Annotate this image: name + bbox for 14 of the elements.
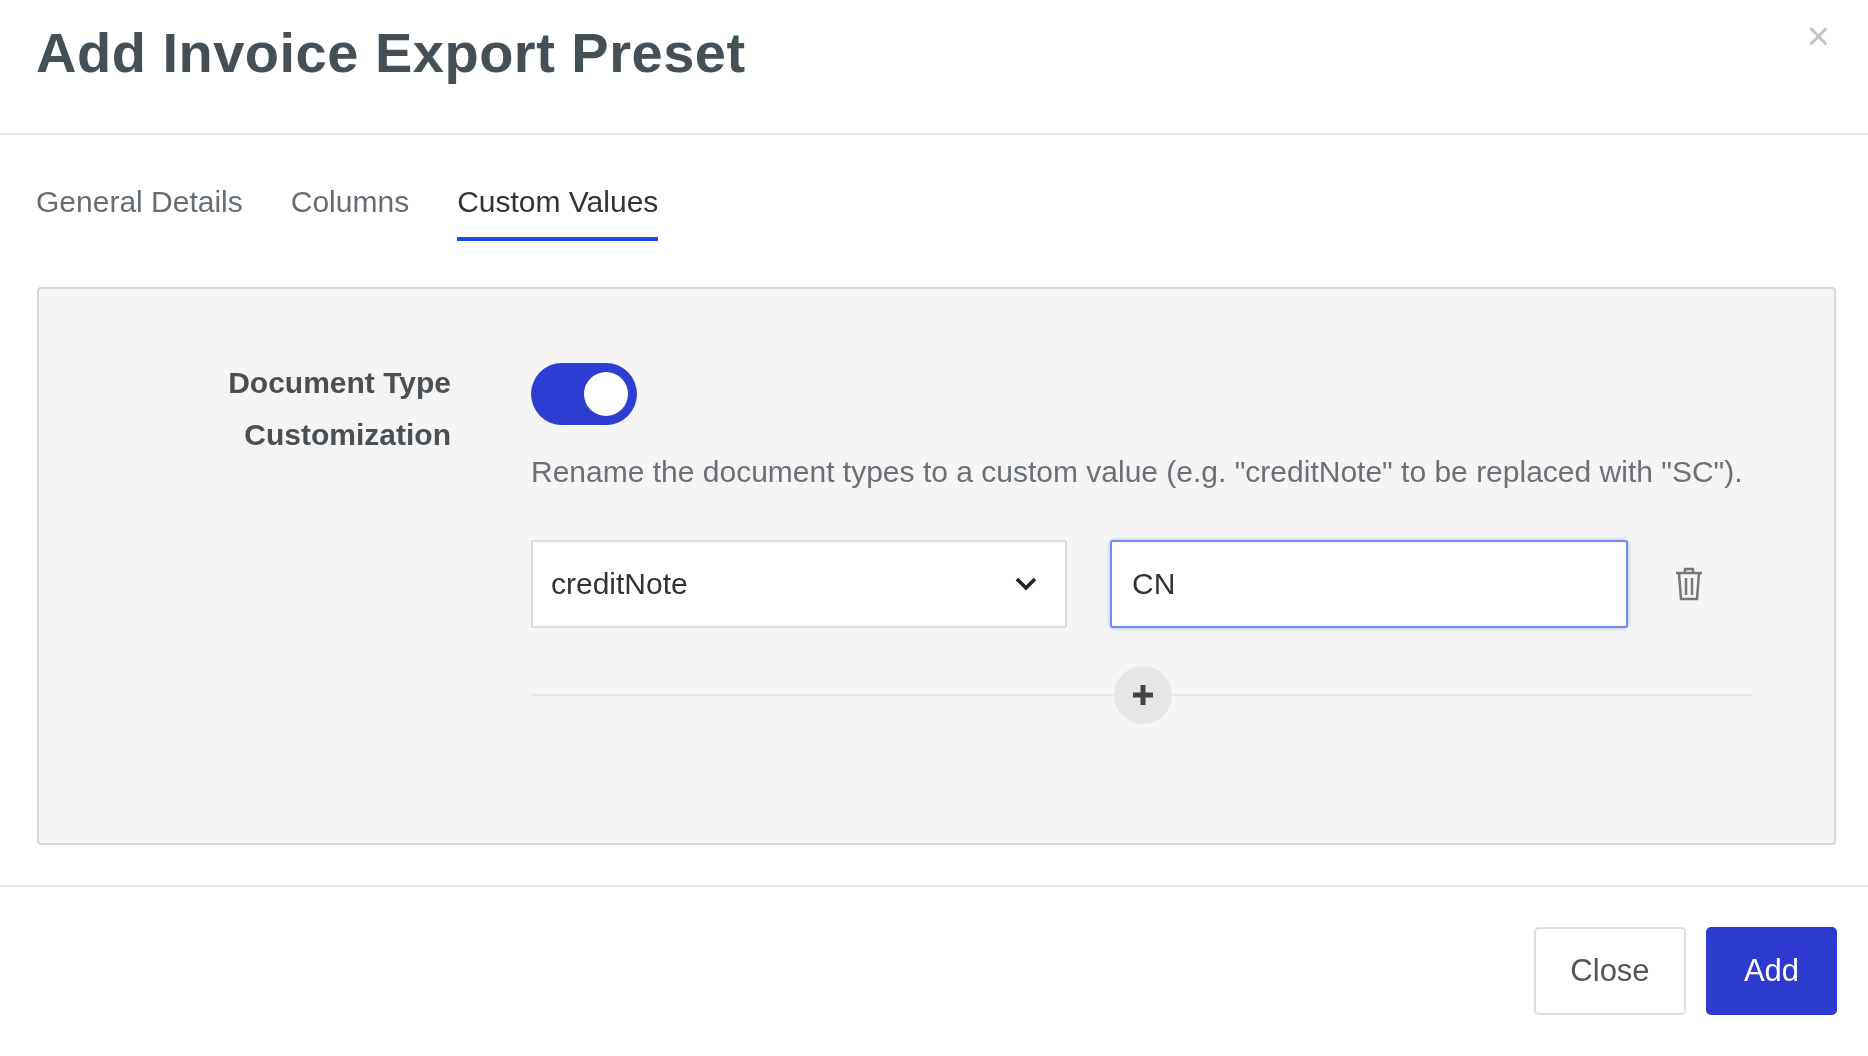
type-dropdown[interactable]: creditNote [531,540,1067,628]
plus-icon [1131,683,1155,707]
setting-label: Customization [244,417,451,453]
value-input[interactable]: CN [1110,540,1628,628]
setting-label: Document Type [228,365,451,401]
dialog-title: Add Invoice Export Preset [36,20,746,85]
description-text: Rename the document types to a custom value (e.g. "creditNote" to be replaced with "SC"). [531,454,1744,490]
chevron-down-icon [1015,577,1037,591]
tab[interactable]: Columns [290,185,410,241]
tab[interactable]: General Details [36,185,243,241]
trash-icon[interactable] [1674,566,1704,602]
add-button[interactable]: Add [1706,927,1837,1015]
close-button[interactable]: Close [1534,927,1686,1015]
tab[interactable]: Custom Values [457,185,659,241]
